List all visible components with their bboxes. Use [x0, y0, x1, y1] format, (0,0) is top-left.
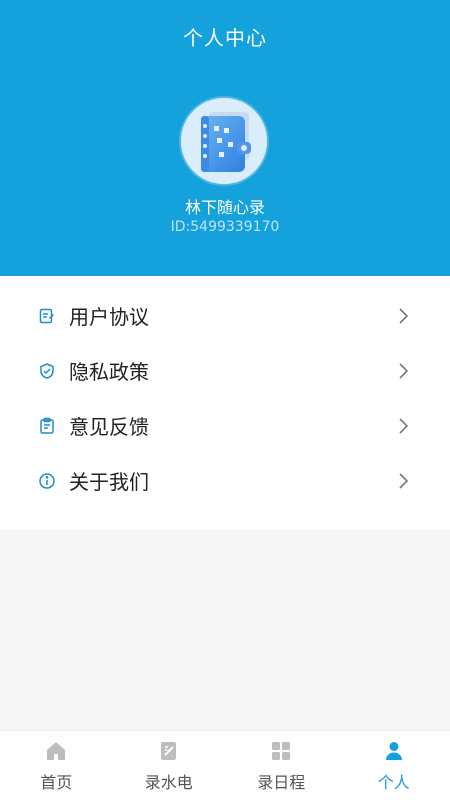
- menu-item-label: 用户协议: [69, 305, 149, 329]
- tab-profile[interactable]: 个人: [338, 731, 450, 800]
- bottom-tab-bar: 首页 录水电 录日程 个人: [0, 730, 450, 800]
- grid-icon: [272, 742, 291, 760]
- menu-item-label: 隐私政策: [69, 360, 149, 384]
- clipboard-icon: [38, 417, 56, 435]
- notebook-avatar-icon: [181, 98, 267, 184]
- chevron-right-icon: [399, 307, 409, 324]
- home-icon: [47, 742, 66, 760]
- user-id: ID:5499339170: [170, 219, 280, 235]
- chevron-right-icon: [399, 362, 409, 379]
- menu-item-label: 关于我们: [69, 470, 149, 494]
- avatar[interactable]: [181, 98, 267, 184]
- menu-item-feedback[interactable]: 意见反馈: [0, 398, 450, 453]
- tab-record-schedule[interactable]: 录日程: [225, 731, 338, 800]
- menu-item-privacy-policy[interactable]: 隐私政策: [0, 343, 450, 398]
- page-title: 个人中心: [183, 26, 267, 50]
- tab-home[interactable]: 首页: [0, 731, 113, 800]
- chevron-right-icon: [399, 472, 409, 489]
- menu-item-label: 意见反馈: [69, 415, 149, 439]
- menu-item-user-agreement[interactable]: 用户协议: [0, 288, 450, 343]
- profile-header: 个人中心 林下随心录 ID:5499339170: [0, 0, 450, 276]
- note-edit-icon: [160, 742, 176, 760]
- tab-record-utilities[interactable]: 录水电: [113, 731, 226, 800]
- edit-doc-icon: [38, 307, 56, 325]
- shield-check-icon: [38, 362, 56, 380]
- tab-label: 个人: [377, 773, 410, 792]
- tab-label: 录日程: [257, 773, 306, 792]
- tab-label: 首页: [40, 773, 73, 792]
- settings-menu: 用户协议 隐私政策 意见反馈 关于我们: [0, 276, 450, 530]
- chevron-right-icon: [399, 417, 409, 434]
- menu-bottom-spacer: [0, 508, 450, 530]
- user-name: 林下随心录: [184, 198, 265, 217]
- person-icon: [385, 742, 402, 760]
- tab-label: 录水电: [144, 773, 193, 792]
- info-icon: [38, 472, 56, 490]
- menu-item-about-us[interactable]: 关于我们: [0, 453, 450, 508]
